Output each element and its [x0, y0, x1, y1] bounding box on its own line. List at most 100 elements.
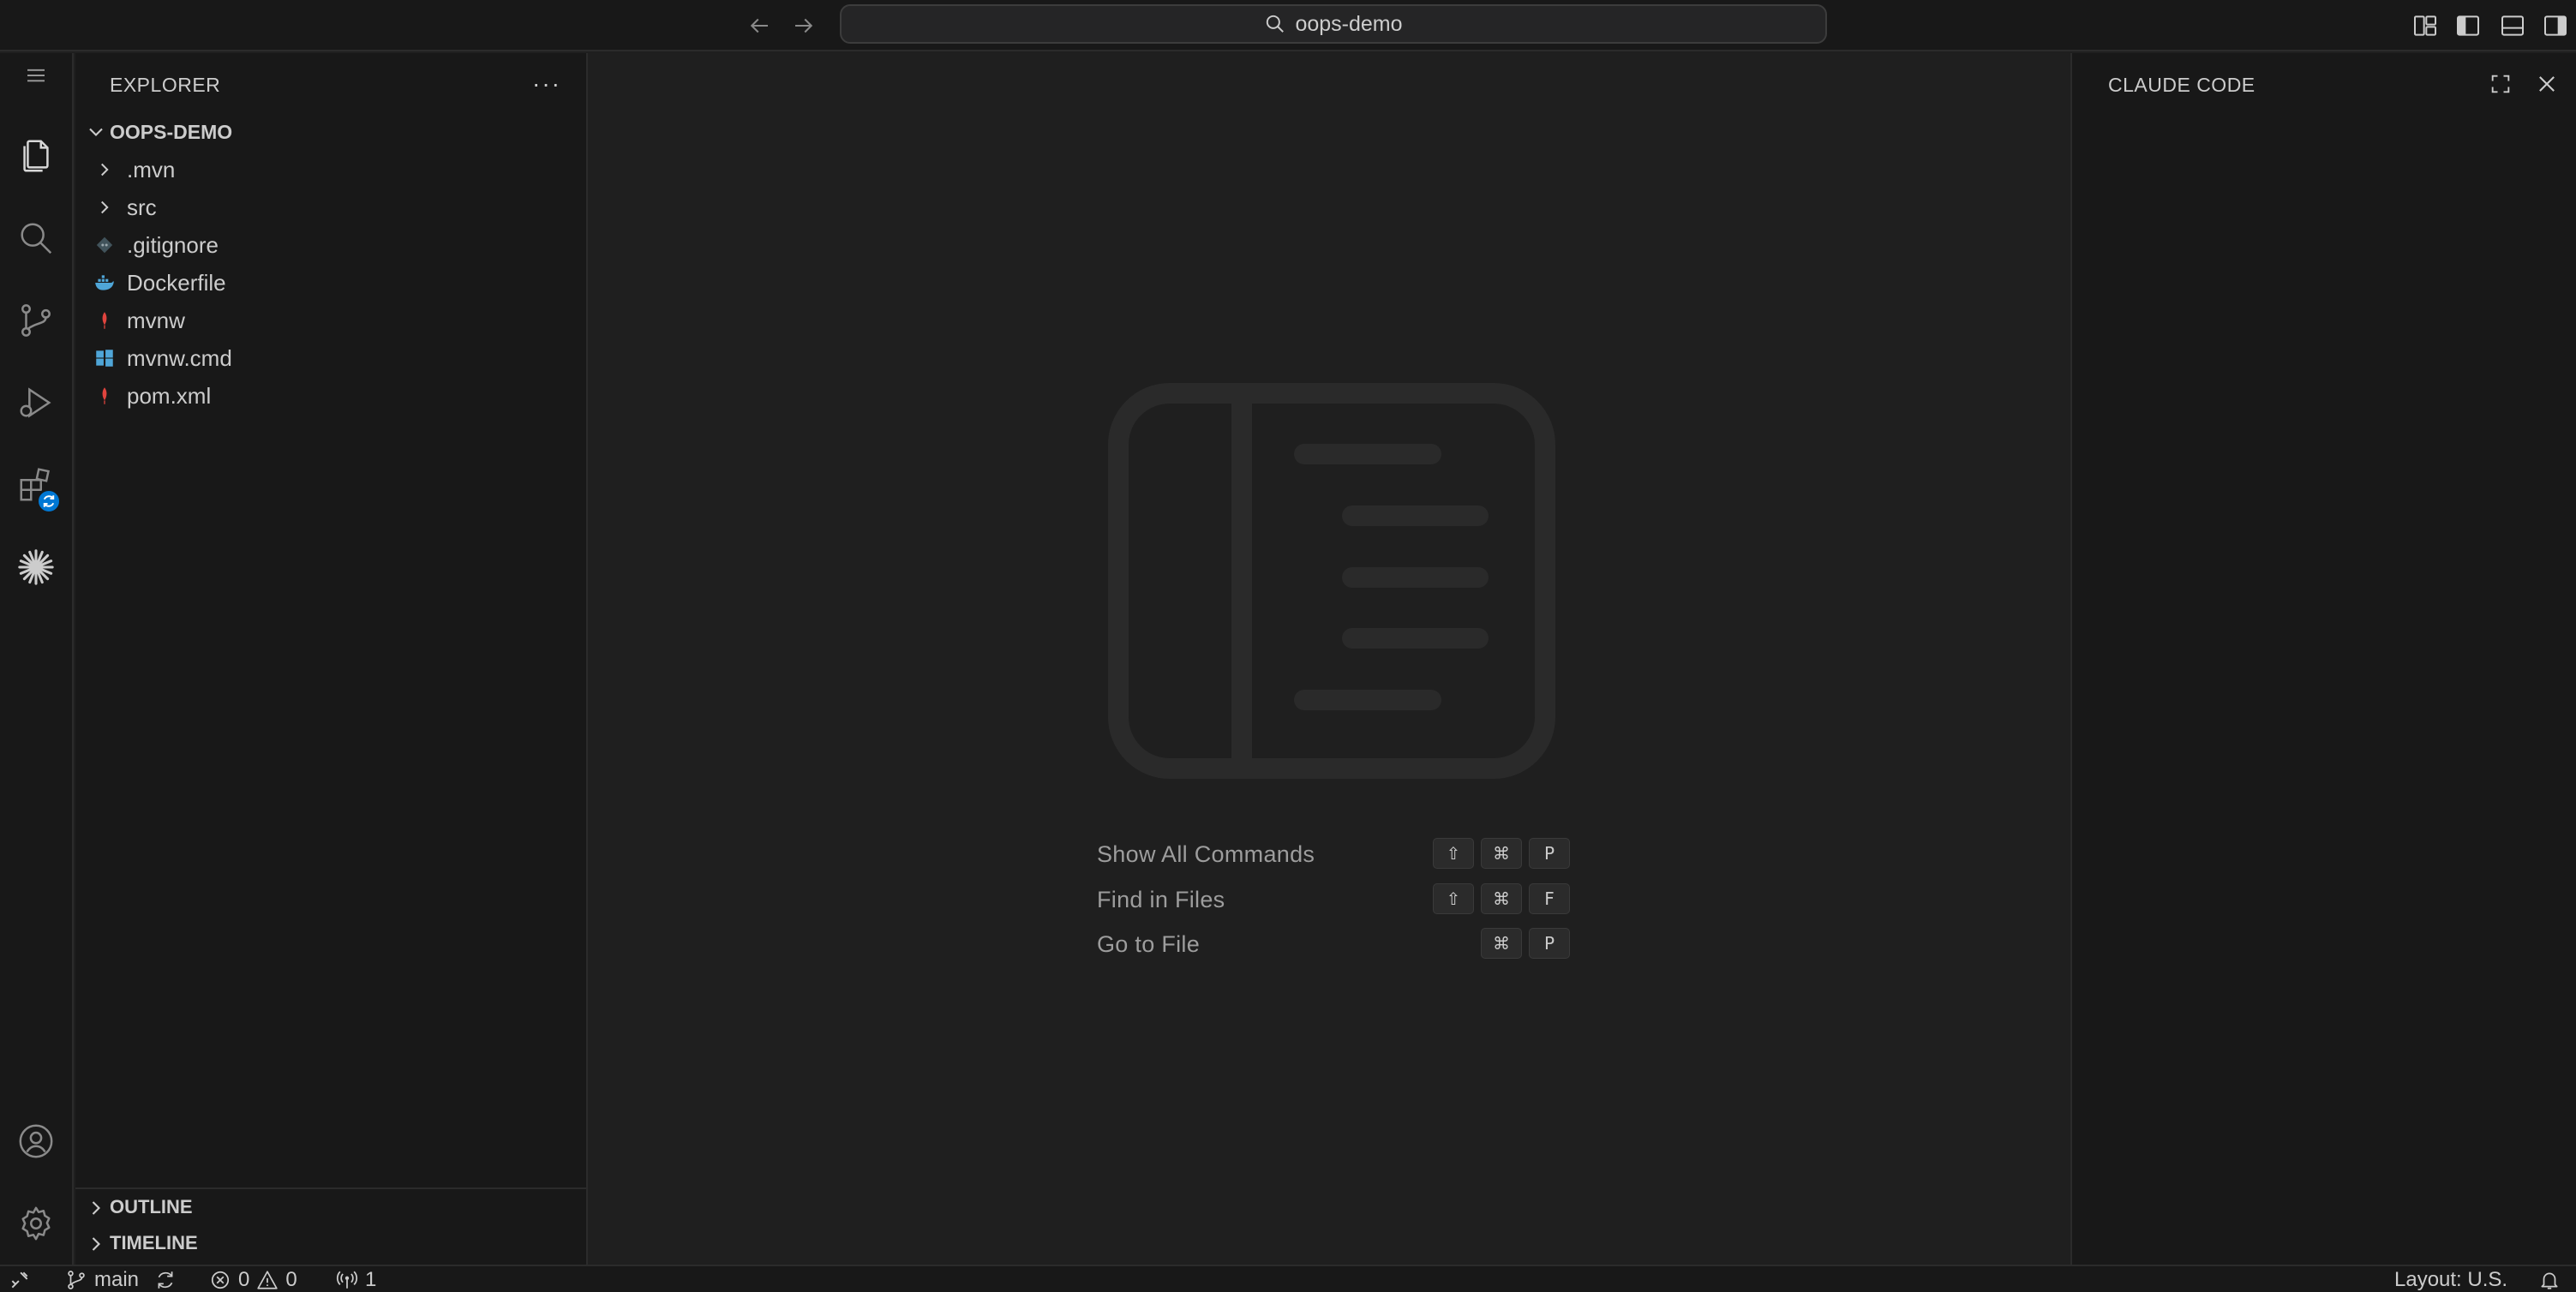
- error-count: 0: [238, 1268, 250, 1291]
- search-icon: [1267, 15, 1285, 33]
- tree-item-mvnw-cmd[interactable]: mvnw.cmd: [75, 339, 586, 377]
- git-icon: [93, 233, 117, 257]
- remote-icon: [11, 1271, 28, 1289]
- activity-run-debug[interactable]: [0, 368, 72, 437]
- command-label: Show All Commands: [1097, 841, 1315, 867]
- keyboard-layout-indicator[interactable]: Layout: U.S.: [2394, 1268, 2507, 1292]
- update-badge: [36, 488, 62, 514]
- branch-indicator[interactable]: main: [65, 1268, 177, 1292]
- chevron-right-icon: [93, 195, 117, 219]
- sidebar-left-icon: [2457, 15, 2479, 36]
- command-label: Go to File: [1097, 931, 1201, 957]
- status-bar: main 0 0 1 Layout: U.S.: [0, 1265, 2576, 1292]
- arrow-right-icon: [795, 18, 813, 33]
- ports-indicator[interactable]: 1: [336, 1268, 376, 1292]
- section-label: TIMELINE: [110, 1232, 198, 1253]
- git-branch-icon: [68, 1271, 85, 1289]
- command-label: Find in Files: [1097, 887, 1225, 912]
- close-icon: [2539, 76, 2555, 92]
- remote-indicator[interactable]: [9, 1268, 31, 1292]
- search-icon: [21, 223, 52, 254]
- timeline-section-header[interactable]: TIMELINE: [75, 1225, 586, 1263]
- activity-search[interactable]: [0, 204, 72, 272]
- layout-label: Layout: U.S.: [2394, 1268, 2508, 1291]
- tree-item-dockerfile[interactable]: Dockerfile: [75, 264, 586, 302]
- cmd-key: ⌘: [1481, 838, 1522, 869]
- tree-item-src[interactable]: src: [75, 188, 586, 226]
- maven-icon: [93, 308, 117, 332]
- editor-area: Show All Commands ⇧ ⌘ P Find in Files ⇧ …: [590, 53, 2070, 1265]
- toggle-panel-button[interactable]: [2497, 10, 2528, 41]
- chevron-right-icon: [93, 158, 117, 182]
- manage-settings-button[interactable]: [0, 1189, 72, 1258]
- claude-sparkle-icon: [18, 549, 54, 585]
- find-in-files-hint[interactable]: Find in Files ⇧ ⌘ F: [1097, 882, 1577, 916]
- more-actions-button[interactable]: ···: [530, 69, 564, 99]
- explorer-sidebar: EXPLORER ··· OOPS-DEMO .mvn src .gitigno…: [75, 53, 588, 1265]
- go-to-file-hint[interactable]: Go to File ⌘ P: [1097, 926, 1577, 960]
- source-control-icon: [21, 304, 51, 337]
- maximize-button[interactable]: [2483, 67, 2518, 101]
- branch-name: main: [94, 1268, 140, 1291]
- tree-item-pom-xml[interactable]: pom.xml: [75, 377, 586, 415]
- windows-icon: [93, 346, 117, 370]
- problems-indicator[interactable]: 0 0: [209, 1268, 297, 1292]
- tree-item-label: src: [127, 194, 157, 220]
- outline-section-header[interactable]: OUTLINE: [75, 1187, 586, 1225]
- forward-button[interactable]: [788, 10, 819, 41]
- accounts-button[interactable]: [0, 1107, 72, 1175]
- secondary-sidebar: CLAUDE CODE: [2070, 53, 2576, 1265]
- tree-item-mvnw[interactable]: mvnw: [75, 302, 586, 339]
- activity-explorer[interactable]: [0, 122, 72, 190]
- activity-claude-code[interactable]: [0, 533, 72, 601]
- sync-icon: [43, 495, 55, 507]
- secondary-sidebar-title: CLAUDE CODE: [2108, 74, 2255, 96]
- back-button[interactable]: [744, 10, 775, 41]
- shift-key: ⇧: [1433, 883, 1474, 914]
- title-bar: oops-demo: [0, 0, 2576, 51]
- gear-icon: [21, 1206, 51, 1241]
- activity-bar: [0, 53, 74, 1265]
- show-all-commands-hint[interactable]: Show All Commands ⇧ ⌘ P: [1097, 836, 1577, 870]
- command-center-search[interactable]: oops-demo: [840, 4, 1827, 44]
- files-icon: [23, 140, 49, 172]
- cmd-key: ⌘: [1481, 883, 1522, 914]
- tree-item-label: pom.xml: [127, 382, 212, 409]
- toggle-secondary-sidebar-button[interactable]: [2540, 10, 2571, 41]
- ports-count: 1: [365, 1268, 377, 1291]
- notifications-button[interactable]: [2538, 1268, 2561, 1292]
- tree-item-gitignore[interactable]: .gitignore: [75, 226, 586, 264]
- tree-item-label: mvnw: [127, 307, 185, 333]
- activity-source-control[interactable]: [0, 286, 72, 355]
- close-button[interactable]: [2530, 67, 2564, 101]
- menu-button[interactable]: [0, 53, 72, 98]
- panel-bottom-icon: [2501, 15, 2524, 36]
- maven-icon: [93, 384, 117, 408]
- bell-icon: [2541, 1272, 2558, 1289]
- sidebar-title: EXPLORER: [110, 74, 221, 96]
- sync-icon: [158, 1271, 173, 1289]
- tree-item-label: .mvn: [127, 156, 176, 182]
- tree-item-label: mvnw.cmd: [127, 344, 232, 371]
- error-icon: [211, 1271, 230, 1289]
- arrow-left-icon: [750, 18, 768, 33]
- vscode-watermark-logo: [1108, 383, 1555, 779]
- activity-extensions[interactable]: [0, 451, 72, 519]
- chevron-down-icon: [89, 128, 103, 136]
- docker-icon: [93, 271, 117, 295]
- chevron-right-icon: [92, 1237, 100, 1251]
- hamburger-menu-icon: [27, 69, 45, 82]
- tree-item-mvn[interactable]: .mvn: [75, 151, 586, 188]
- shift-key: ⇧: [1433, 838, 1474, 869]
- account-icon: [19, 1124, 53, 1158]
- p-key: P: [1529, 838, 1570, 869]
- project-folder-row[interactable]: OOPS-DEMO: [75, 113, 586, 151]
- f-key: F: [1529, 883, 1570, 914]
- customize-layout-button[interactable]: [2410, 10, 2441, 41]
- run-debug-icon: [20, 387, 51, 418]
- toggle-primary-sidebar-button[interactable]: [2453, 10, 2483, 41]
- warning-icon: [257, 1271, 279, 1289]
- broadcast-icon: [336, 1271, 358, 1289]
- maximize-icon: [2491, 75, 2510, 93]
- cmd-key: ⌘: [1481, 928, 1522, 959]
